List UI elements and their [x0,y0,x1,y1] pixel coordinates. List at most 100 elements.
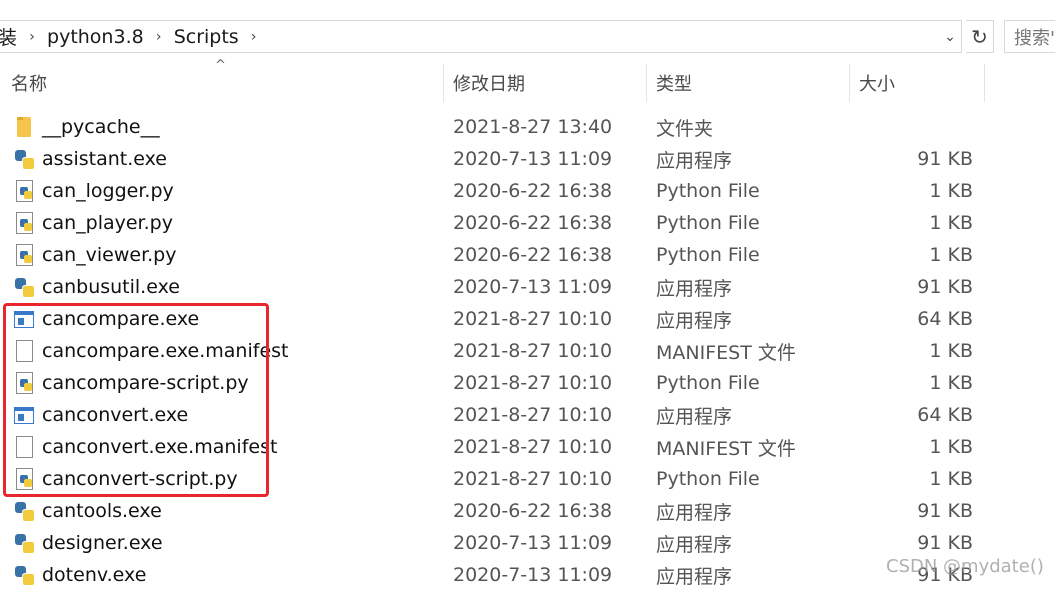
file-type: 应用程序 [656,533,733,556]
file-name: dotenv.exe [42,564,147,586]
file-modified: 2020-7-13 11:09 [453,532,613,554]
file-name: can_logger.py [42,180,174,202]
column-divider[interactable] [849,64,850,102]
file-type: Python File [656,468,760,490]
folder-icon [13,111,35,143]
chevron-right-icon[interactable]: › [17,29,47,45]
file-type: Python File [656,212,760,234]
python-exe-icon [13,559,35,589]
file-size: 91 KB [917,500,973,522]
python-file-icon [13,367,35,399]
file-row[interactable]: cancompare-script.py 2021-8-27 10:10 Pytho… [0,367,1055,399]
file-row[interactable]: assistant.exe 2020-7-13 11:09 应用程序 91 KB [0,143,1055,175]
file-size: 1 KB [929,340,973,362]
file-modified: 2021-8-27 10:10 [453,372,613,394]
chevron-down-icon[interactable]: ⌄ [939,21,961,52]
file-name: canconvert-script.py [42,468,238,490]
python-file-icon [13,207,35,239]
file-modified: 2021-8-27 10:10 [453,340,613,362]
file-modified: 2021-8-27 10:10 [453,404,613,426]
breadcrumb-item-parent[interactable]: 装 [0,21,17,52]
column-header-name[interactable]: 名称 [11,64,47,102]
search-placeholder: 搜索" [1014,27,1055,49]
file-type: Python File [656,180,760,202]
file-row[interactable]: can_player.py 2020-6-22 16:38 Python File 1… [0,207,1055,239]
python-exe-icon [13,271,35,303]
file-size: 1 KB [929,212,973,234]
chevron-right-icon[interactable]: › [144,29,174,45]
column-divider[interactable] [984,64,985,102]
file-name: canconvert.exe.manifest [42,436,278,458]
column-divider[interactable] [646,64,647,102]
file-size: 1 KB [929,436,973,458]
file-row[interactable]: canconvert.exe.manifest 2021-8-27 10:10 MA… [0,431,1055,463]
window-exe-icon [13,399,35,431]
file-type: 应用程序 [656,149,733,172]
file-name: cantools.exe [42,500,162,522]
file-name: cancompare.exe [42,308,200,330]
file-type: 应用程序 [656,565,733,588]
file-size: 1 KB [929,180,973,202]
file-modified: 2020-6-22 16:38 [453,180,613,202]
file-type: 应用程序 [656,501,733,524]
refresh-icon[interactable]: ↻ [966,20,994,53]
column-header-size[interactable]: 大小 [859,64,895,102]
navigation-bar: 装 › python3.8 › Scripts › ⌄ ↻ 搜索" [0,0,1055,64]
file-modified: 2020-6-22 16:38 [453,500,613,522]
file-row[interactable]: canbusutil.exe 2020-7-13 11:09 应用程序 91 KB [0,271,1055,303]
python-exe-icon [13,495,35,527]
file-type: 应用程序 [656,405,733,428]
column-header-row: ^ 名称 修改日期 类型 大小 [0,58,1055,102]
file-row[interactable]: canconvert-script.py 2021-8-27 10:10 Pytho… [0,463,1055,495]
python-file-icon [13,463,35,495]
file-row[interactable]: can_viewer.py 2020-6-22 16:38 Python File 1… [0,239,1055,271]
file-row[interactable]: can_logger.py 2020-6-22 16:38 Python File 1… [0,175,1055,207]
file-size: 91 KB [917,148,973,170]
file-type: Python File [656,372,760,394]
python-exe-icon [13,527,35,559]
breadcrumb-item-scripts[interactable]: Scripts [174,21,239,52]
document-icon [13,431,35,463]
column-header-modified[interactable]: 修改日期 [453,64,525,102]
column-divider[interactable] [443,64,444,102]
file-size: 1 KB [929,372,973,394]
file-name: canbusutil.exe [42,276,180,298]
file-type: 应用程序 [656,277,733,300]
file-type: 文件夹 [656,117,714,140]
file-row[interactable]: designer.exe 2020-7-13 11:09 应用程序 91 KB [0,527,1055,559]
breadcrumb-item-python38[interactable]: python3.8 [47,21,144,52]
file-modified: 2021-8-27 10:10 [453,468,613,490]
file-name: cancompare-script.py [42,372,249,394]
chevron-right-icon[interactable]: › [239,29,269,45]
file-name: assistant.exe [42,148,167,170]
file-modified: 2020-7-13 11:09 [453,276,613,298]
file-row[interactable]: cancompare.exe 2021-8-27 10:10 应用程序 64 KB [0,303,1055,335]
file-row[interactable]: cancompare.exe.manifest 2021-8-27 10:10 MA… [0,335,1055,367]
file-modified: 2020-7-13 11:09 [453,148,613,170]
file-size: 1 KB [929,468,973,490]
file-size: 64 KB [917,308,973,330]
file-row[interactable]: __pycache__ 2021-8-27 13:40 文件夹 [0,111,1055,143]
file-name: cancompare.exe.manifest [42,340,289,362]
file-size [850,111,973,143]
sort-ascending-icon: ^ [215,58,226,73]
file-size: 1 KB [929,244,973,266]
file-type: Python File [656,244,760,266]
window-exe-icon [13,303,35,335]
file-type: MANIFEST 文件 [656,437,796,460]
file-name: designer.exe [42,532,163,554]
file-size: 91 KB [917,276,973,298]
file-modified: 2020-7-13 11:09 [453,564,613,586]
column-header-type[interactable]: 类型 [656,64,692,102]
file-modified: 2021-8-27 10:10 [453,436,613,458]
file-type: 应用程序 [656,309,733,332]
file-name: canconvert.exe [42,404,189,426]
search-input[interactable]: 搜索" [1004,20,1055,53]
address-bar[interactable]: 装 › python3.8 › Scripts › ⌄ [0,20,962,53]
python-file-icon [13,239,35,271]
file-name: can_viewer.py [42,244,177,266]
document-icon [13,335,35,367]
file-size: 64 KB [917,404,973,426]
file-row[interactable]: cantools.exe 2020-6-22 16:38 应用程序 91 KB [0,495,1055,527]
file-row[interactable]: canconvert.exe 2021-8-27 10:10 应用程序 64 KB [0,399,1055,431]
